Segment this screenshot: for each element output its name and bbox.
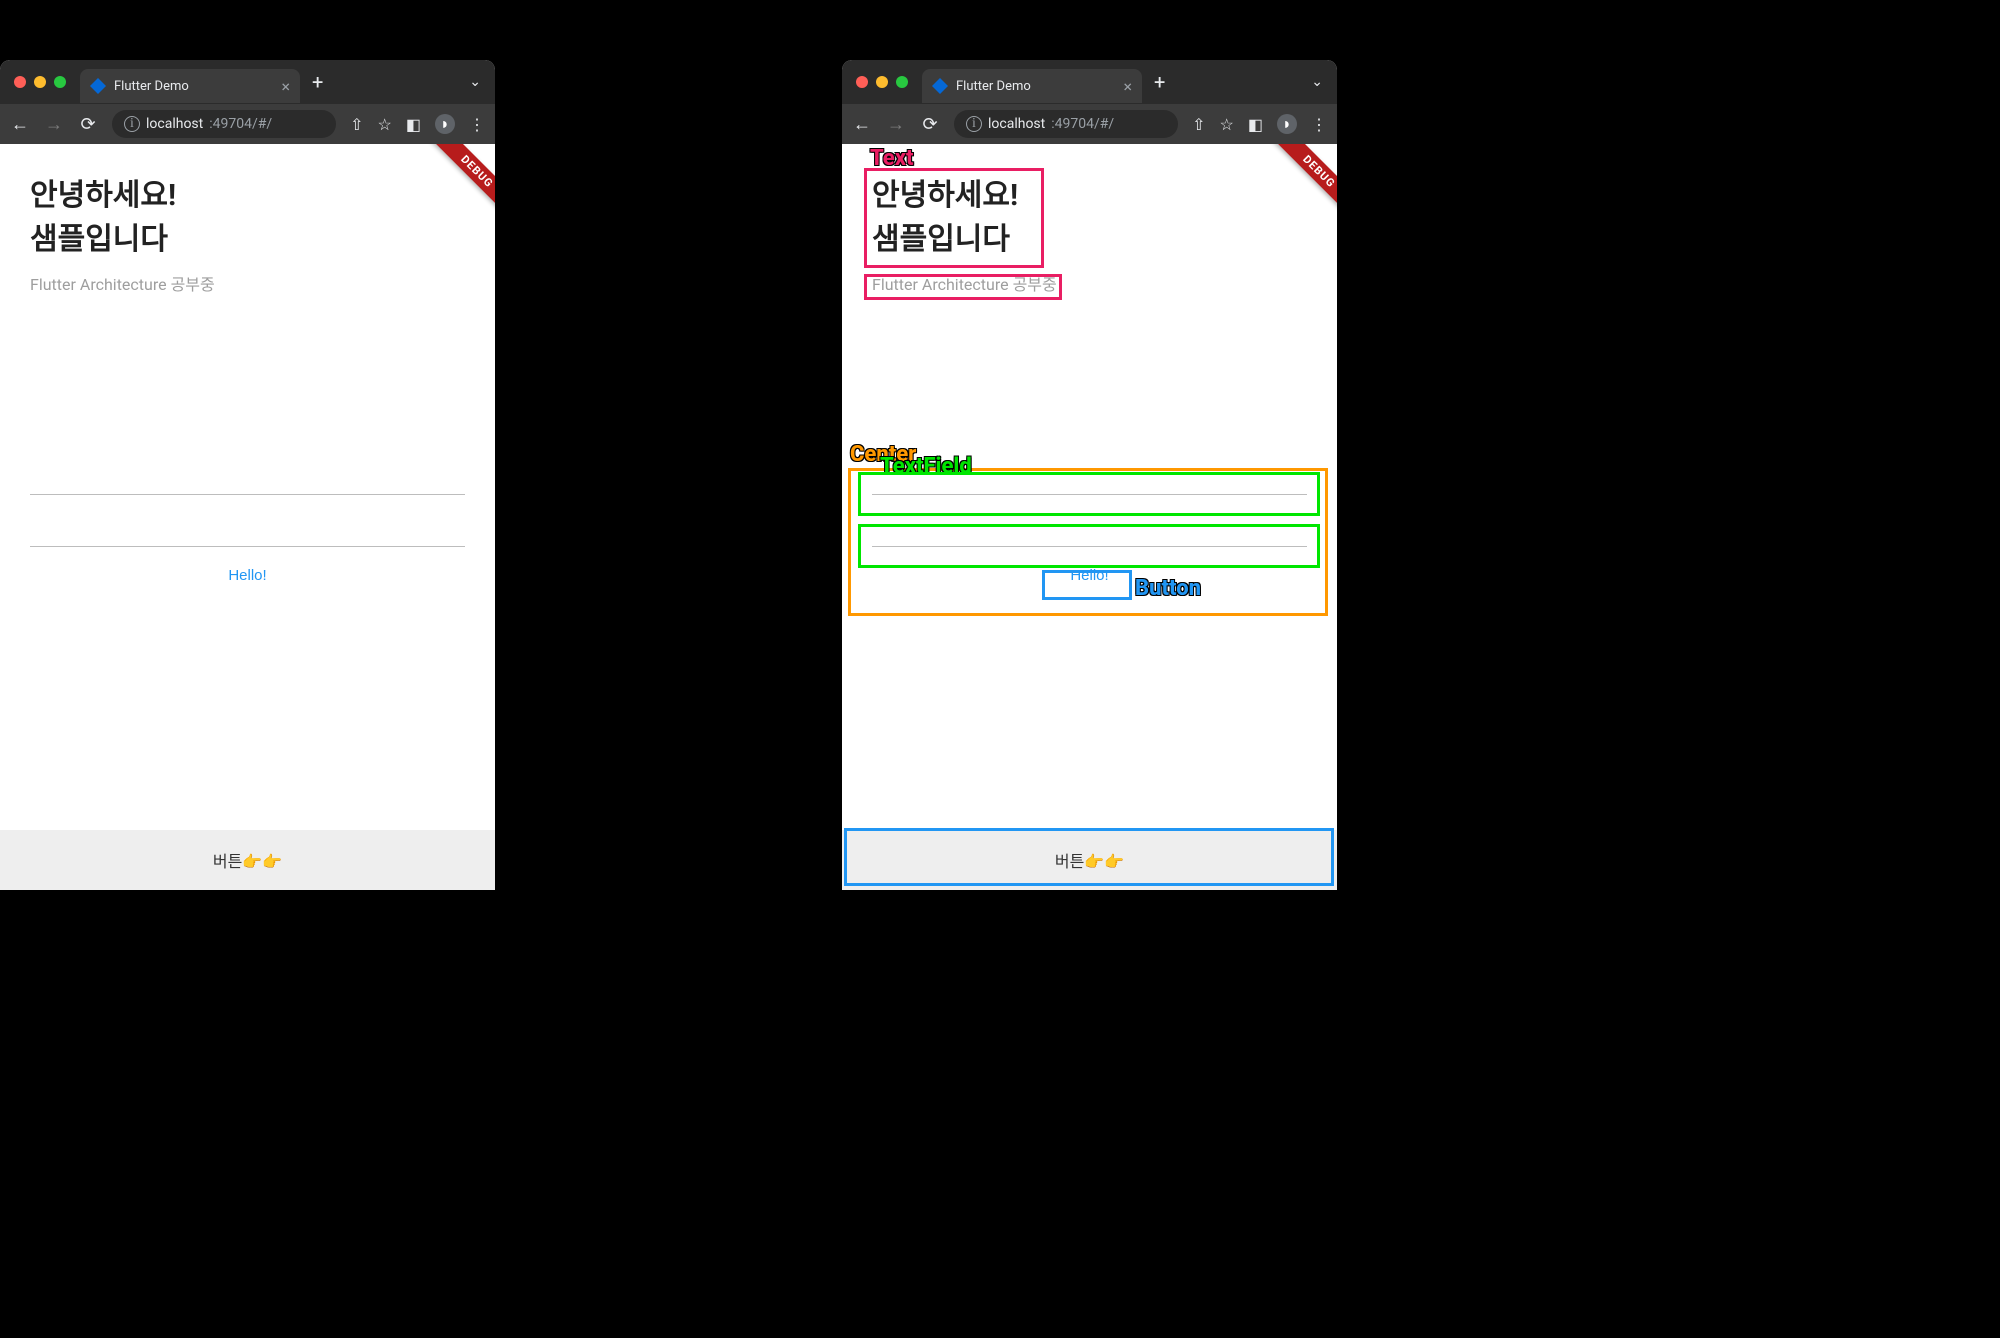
tab-title: Flutter Demo <box>956 79 1115 94</box>
url-input[interactable]: i localhost :49704/#/ <box>112 110 336 138</box>
tab-title: Flutter Demo <box>114 79 273 94</box>
app-body: 안녕하세요! 샘플입니다 Flutter Architecture 공부중 He… <box>842 144 1337 890</box>
browser-window-right: Flutter Demo × + ⌄ ← → ⟳ i localhost :497… <box>842 60 1337 890</box>
headline-text: 안녕하세요! 샘플입니다 <box>872 174 1307 261</box>
center-widget: Hello! <box>30 455 465 592</box>
minimize-window-icon[interactable] <box>876 76 888 88</box>
minimize-window-icon[interactable] <box>34 76 46 88</box>
menu-icon[interactable]: ⋮ <box>1311 115 1327 134</box>
address-bar: ← → ⟳ i localhost :49704/#/ ⇧ ☆ ◧ ◗ ⋮ <box>0 104 495 144</box>
reload-button[interactable]: ⟳ <box>920 114 940 135</box>
close-tab-icon[interactable]: × <box>281 77 290 96</box>
text-field-1[interactable] <box>872 455 1307 495</box>
close-tab-icon[interactable]: × <box>1123 77 1132 96</box>
address-actions: ⇧ ☆ ◧ ◗ ⋮ <box>350 114 485 134</box>
back-button[interactable]: ← <box>852 114 872 135</box>
headline-line2: 샘플입니다 <box>872 222 1010 257</box>
profile-icon[interactable]: ◗ <box>435 114 455 134</box>
profile-icon[interactable]: ◗ <box>1277 114 1297 134</box>
tab-bar: Flutter Demo × + ⌄ <box>0 60 495 104</box>
headline-text: 안녕하세요! 샘플입니다 <box>30 174 465 261</box>
hello-button[interactable]: Hello! <box>212 559 282 592</box>
bottom-button[interactable]: 버튼👉👉 <box>0 830 495 890</box>
flutter-icon <box>932 78 948 94</box>
headline-line1: 안녕하세요! <box>872 178 1018 213</box>
forward-button[interactable]: → <box>886 114 906 135</box>
bottom-button[interactable]: 버튼👉👉 <box>842 830 1337 890</box>
maximize-window-icon[interactable] <box>54 76 66 88</box>
forward-button[interactable]: → <box>44 114 64 135</box>
center-widget: Hello! <box>872 455 1307 592</box>
panel-icon[interactable]: ◧ <box>406 115 421 134</box>
share-icon[interactable]: ⇧ <box>350 115 363 134</box>
url-input[interactable]: i localhost :49704/#/ <box>954 110 1178 138</box>
site-info-icon[interactable]: i <box>124 116 140 132</box>
bookmark-icon[interactable]: ☆ <box>1220 115 1234 134</box>
maximize-window-icon[interactable] <box>896 76 908 88</box>
back-button[interactable]: ← <box>10 114 30 135</box>
text-field-2[interactable] <box>30 507 465 547</box>
window-controls <box>842 76 922 88</box>
new-tab-button[interactable]: + <box>300 70 335 94</box>
flutter-icon <box>90 78 106 94</box>
browser-tab[interactable]: Flutter Demo × <box>922 69 1142 103</box>
new-tab-button[interactable]: + <box>1142 70 1177 94</box>
tab-bar: Flutter Demo × + ⌄ <box>842 60 1337 104</box>
text-field-2[interactable] <box>872 507 1307 547</box>
panel-icon[interactable]: ◧ <box>1248 115 1263 134</box>
menu-icon[interactable]: ⋮ <box>469 115 485 134</box>
bookmark-icon[interactable]: ☆ <box>378 115 392 134</box>
url-path: :49704/#/ <box>1051 116 1114 132</box>
app-body: 안녕하세요! 샘플입니다 Flutter Architecture 공부중 He… <box>0 144 495 890</box>
url-host: localhost <box>146 116 203 132</box>
window-controls <box>0 76 80 88</box>
hello-button[interactable]: Hello! <box>1054 559 1124 592</box>
tabs-overflow-icon[interactable]: ⌄ <box>1311 74 1323 90</box>
subtitle-text: Flutter Architecture 공부중 <box>30 271 465 295</box>
reload-button[interactable]: ⟳ <box>78 114 98 135</box>
url-path: :49704/#/ <box>209 116 272 132</box>
app-viewport: DEBUG 안녕하세요! 샘플입니다 Flutter Architecture … <box>842 144 1337 890</box>
headline-line2: 샘플입니다 <box>30 222 168 257</box>
app-viewport: DEBUG 안녕하세요! 샘플입니다 Flutter Architecture … <box>0 144 495 890</box>
close-window-icon[interactable] <box>856 76 868 88</box>
url-host: localhost <box>988 116 1045 132</box>
subtitle-text: Flutter Architecture 공부중 <box>872 271 1307 295</box>
text-field-1[interactable] <box>30 455 465 495</box>
site-info-icon[interactable]: i <box>966 116 982 132</box>
close-window-icon[interactable] <box>14 76 26 88</box>
browser-window-left: Flutter Demo × + ⌄ ← → ⟳ i localhost :497… <box>0 60 495 890</box>
headline-line1: 안녕하세요! <box>30 178 176 213</box>
tabs-overflow-icon[interactable]: ⌄ <box>469 74 481 90</box>
address-actions: ⇧ ☆ ◧ ◗ ⋮ <box>1192 114 1327 134</box>
browser-tab[interactable]: Flutter Demo × <box>80 69 300 103</box>
share-icon[interactable]: ⇧ <box>1192 115 1205 134</box>
address-bar: ← → ⟳ i localhost :49704/#/ ⇧ ☆ ◧ ◗ ⋮ <box>842 104 1337 144</box>
